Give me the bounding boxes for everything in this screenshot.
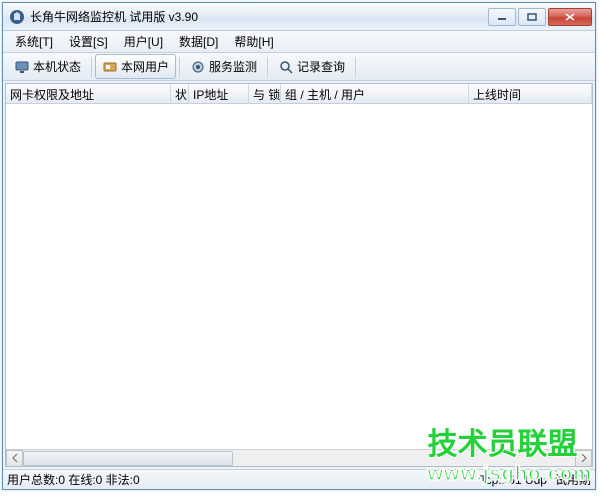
column-headers: 网卡权限及地址 状 IP地址 与 锁 组 / 主机 / 用户 上线时间 xyxy=(6,84,592,104)
monitor-icon xyxy=(14,59,30,75)
scroll-right-button[interactable] xyxy=(575,450,592,467)
statusbar: 用户总数:0 在线:0 非法:0 Tcp:151 Udp 试用期 xyxy=(3,469,595,489)
minimize-icon xyxy=(497,13,507,21)
tool-log-query[interactable]: 记录查询 xyxy=(271,54,352,79)
toolbar-separator xyxy=(91,57,92,77)
titlebar: 长角牛网络监控机 试用版 v3.90 xyxy=(3,3,595,31)
service-icon xyxy=(190,59,206,75)
status-user-counts: 用户总数:0 在线:0 非法:0 xyxy=(7,471,160,488)
data-grid[interactable] xyxy=(6,104,592,449)
col-nic-perm-addr[interactable]: 网卡权限及地址 xyxy=(6,84,171,103)
window-controls xyxy=(488,8,595,26)
content-panel: 网卡权限及地址 状 IP地址 与 锁 组 / 主机 / 用户 上线时间 xyxy=(5,83,593,467)
tool-service-monitor[interactable]: 服务监测 xyxy=(183,54,264,79)
search-icon xyxy=(278,59,294,75)
toolbar-separator xyxy=(179,57,180,77)
menu-system[interactable]: 系统[T] xyxy=(7,31,61,52)
close-icon xyxy=(565,13,575,21)
close-button[interactable] xyxy=(548,8,592,26)
toolbar: 本机状态 本网用户 服务监测 记录查询 xyxy=(3,53,595,81)
maximize-button[interactable] xyxy=(518,8,546,26)
tool-log-query-label: 记录查询 xyxy=(297,58,345,75)
menu-users[interactable]: 用户[U] xyxy=(116,31,171,52)
status-tcp-udp: Tcp:151 Udp xyxy=(480,473,549,487)
maximize-icon xyxy=(527,13,537,21)
col-group-host-user[interactable]: 组 / 主机 / 用户 xyxy=(281,84,469,103)
scroll-track[interactable] xyxy=(23,450,575,467)
chevron-left-icon xyxy=(12,454,18,462)
col-ip-addr[interactable]: IP地址 xyxy=(189,84,249,103)
menubar: 系统[T] 设置[S] 用户[U] 数据[D] 帮助[H] xyxy=(3,31,595,53)
scroll-thumb[interactable] xyxy=(23,451,233,466)
scroll-left-button[interactable] xyxy=(6,450,23,467)
toolbar-separator xyxy=(267,57,268,77)
tool-net-users[interactable]: 本网用户 xyxy=(95,54,176,79)
minimize-button[interactable] xyxy=(488,8,516,26)
main-window: 长角牛网络监控机 试用版 v3.90 系统[T] 设置[S] 用户[U] 数据[… xyxy=(2,2,596,490)
col-online-time[interactable]: 上线时间 xyxy=(469,84,592,103)
col-ip-short[interactable]: 状 xyxy=(171,84,189,103)
card-icon xyxy=(102,59,118,75)
col-lock-short[interactable]: 与 锁 xyxy=(249,84,281,103)
status-tail: 试用期 xyxy=(549,471,591,488)
tool-net-users-label: 本网用户 xyxy=(121,58,169,75)
window-title: 长角牛网络监控机 试用版 v3.90 xyxy=(30,8,488,25)
menu-data[interactable]: 数据[D] xyxy=(171,31,226,52)
app-icon xyxy=(9,9,25,25)
chevron-right-icon xyxy=(581,454,587,462)
tool-local-status[interactable]: 本机状态 xyxy=(7,54,88,79)
menu-settings[interactable]: 设置[S] xyxy=(61,31,116,52)
tool-local-status-label: 本机状态 xyxy=(33,58,81,75)
menu-help[interactable]: 帮助[H] xyxy=(226,31,281,52)
toolbar-separator xyxy=(355,57,356,77)
horizontal-scrollbar xyxy=(6,449,592,466)
tool-service-monitor-label: 服务监测 xyxy=(209,58,257,75)
